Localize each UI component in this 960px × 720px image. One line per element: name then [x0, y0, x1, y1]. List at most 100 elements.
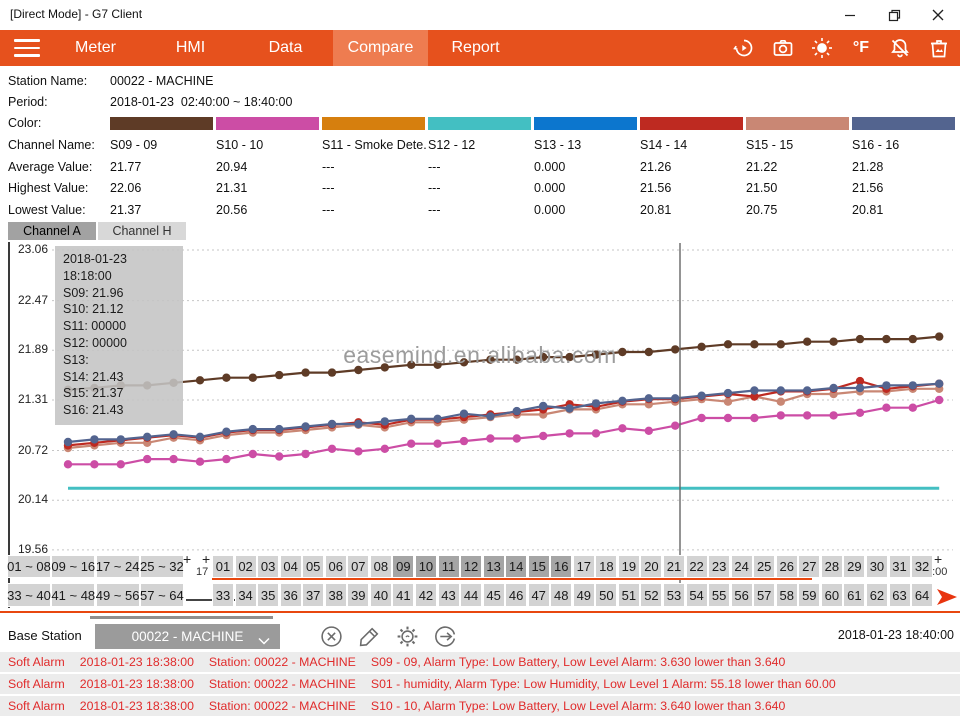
channel-button-63[interactable]: 63 [889, 583, 911, 607]
channel-button-60[interactable]: 60 [821, 583, 843, 607]
channel-button-08[interactable]: 08 [370, 555, 392, 578]
alarm-row-0[interactable]: Soft Alarm2018-01-23 18:38:00Station: 00… [0, 652, 960, 672]
nav-item-meter[interactable]: Meter [48, 30, 143, 66]
channel-button-06[interactable]: 06 [325, 555, 347, 578]
channel-button-17[interactable]: 17 [573, 555, 595, 578]
channel-button-36[interactable]: 36 [280, 583, 302, 607]
channel-button-25[interactable]: 25 [753, 555, 775, 578]
history-icon[interactable] [731, 35, 757, 61]
channel-button-49[interactable]: 49 [573, 583, 595, 607]
channel-button-04[interactable]: 04 [280, 555, 302, 578]
restore-button[interactable] [872, 0, 916, 30]
channel-button-50[interactable]: 50 [595, 583, 617, 607]
channel-button-07[interactable]: 07 [347, 555, 369, 578]
channel-button-48[interactable]: 48 [550, 583, 572, 607]
edit-icon[interactable] [356, 623, 382, 649]
camera-icon[interactable] [770, 35, 796, 61]
channel-button-47[interactable]: 47 [528, 583, 550, 607]
channel-button-28[interactable]: 28 [821, 555, 843, 578]
channel-button-44[interactable]: 44 [460, 583, 482, 607]
range-button-41~48[interactable]: 41 ~ 48 [51, 583, 95, 607]
channel-button-32[interactable]: 32 [911, 555, 933, 578]
channel-button-62[interactable]: 62 [866, 583, 888, 607]
expand-plus-2[interactable]: + [934, 551, 942, 567]
channel-button-09[interactable]: 09 [392, 555, 414, 578]
channel-button-14[interactable]: 14 [505, 555, 527, 578]
range-button-49~56[interactable]: 49 ~ 56 [96, 583, 140, 607]
range-button-25~32[interactable]: 25 ~ 32 [140, 555, 184, 578]
export-icon[interactable] [432, 623, 458, 649]
channel-button-40[interactable]: 40 [370, 583, 392, 607]
nav-item-hmi[interactable]: HMI [143, 30, 238, 66]
channel-button-05[interactable]: 05 [302, 555, 324, 578]
cancel-icon[interactable] [318, 623, 344, 649]
channel-button-42[interactable]: 42 [415, 583, 437, 607]
channel-button-12[interactable]: 12 [460, 555, 482, 578]
channel-button-46[interactable]: 46 [505, 583, 527, 607]
channel-button-24[interactable]: 24 [731, 555, 753, 578]
channel-button-21[interactable]: 21 [663, 555, 685, 578]
expand-plus-1[interactable]: + [202, 551, 210, 567]
channel-button-56[interactable]: 56 [731, 583, 753, 607]
channel-button-26[interactable]: 26 [776, 555, 798, 578]
mute-alarm-icon[interactable] [887, 35, 913, 61]
channel-button-23[interactable]: 23 [708, 555, 730, 578]
range-button-09~16[interactable]: 09 ~ 16 [51, 555, 95, 578]
channel-button-16[interactable]: 16 [550, 555, 572, 578]
channel-button-39[interactable]: 39 [347, 583, 369, 607]
range-button-57~64[interactable]: 57 ~ 64 [140, 583, 184, 607]
tab-channel-a[interactable]: Channel A [8, 222, 96, 241]
channel-button-29[interactable]: 29 [843, 555, 865, 578]
channel-button-31[interactable]: 31 [889, 555, 911, 578]
channel-button-51[interactable]: 51 [618, 583, 640, 607]
channel-button-55[interactable]: 55 [708, 583, 730, 607]
channel-button-53[interactable]: 53 [663, 583, 685, 607]
channel-button-45[interactable]: 45 [483, 583, 505, 607]
channel-button-34[interactable]: 34 [235, 583, 257, 607]
channel-button-22[interactable]: 22 [686, 555, 708, 578]
fahrenheit-icon[interactable]: °F [848, 35, 874, 61]
brightness-icon[interactable] [809, 35, 835, 61]
settings-icon[interactable] [394, 623, 420, 649]
range-button-01~08[interactable]: 01 ~ 08 [7, 555, 51, 578]
range-button-17~24[interactable]: 17 ~ 24 [96, 555, 140, 578]
nav-item-data[interactable]: Data [238, 30, 333, 66]
channel-button-30[interactable]: 30 [866, 555, 888, 578]
channel-button-59[interactable]: 59 [798, 583, 820, 607]
channel-button-61[interactable]: 61 [843, 583, 865, 607]
tab-channel-h[interactable]: Channel H [98, 222, 186, 241]
channel-button-54[interactable]: 54 [686, 583, 708, 607]
nav-item-report[interactable]: Report [428, 30, 523, 66]
nav-item-compare[interactable]: Compare [333, 30, 428, 66]
channel-button-18[interactable]: 18 [595, 555, 617, 578]
range-button-33~40[interactable]: 33 ~ 40 [7, 583, 51, 607]
menu-icon[interactable] [14, 39, 40, 57]
channel-button-41[interactable]: 41 [392, 583, 414, 607]
minimize-button[interactable] [828, 0, 872, 30]
channel-button-64[interactable]: 64 [911, 583, 933, 607]
channel-button-10[interactable]: 10 [415, 555, 437, 578]
channel-button-15[interactable]: 15 [528, 555, 550, 578]
clear-image-icon[interactable] [926, 35, 952, 61]
channel-button-38[interactable]: 38 [325, 583, 347, 607]
alarm-row-1[interactable]: Soft Alarm2018-01-23 18:38:00Station: 00… [0, 674, 960, 694]
channel-button-20[interactable]: 20 [640, 555, 662, 578]
channel-button-33[interactable]: 33 [212, 583, 234, 607]
channel-button-03[interactable]: 03 [257, 555, 279, 578]
channel-button-58[interactable]: 58 [776, 583, 798, 607]
channel-button-43[interactable]: 43 [438, 583, 460, 607]
channel-button-02[interactable]: 02 [235, 555, 257, 578]
close-button[interactable] [916, 0, 960, 30]
channel-button-57[interactable]: 57 [753, 583, 775, 607]
channel-button-52[interactable]: 52 [640, 583, 662, 607]
channel-button-37[interactable]: 37 [302, 583, 324, 607]
alarm-row-2[interactable]: Soft Alarm2018-01-23 18:38:00Station: 00… [0, 696, 960, 716]
base-station-dropdown[interactable]: 00022 - MACHINE [95, 624, 280, 649]
channel-button-13[interactable]: 13 [483, 555, 505, 578]
expand-plus-0[interactable]: + [183, 551, 191, 567]
channel-button-01[interactable]: 01 [212, 555, 234, 578]
channel-button-19[interactable]: 19 [618, 555, 640, 578]
channel-button-35[interactable]: 35 [257, 583, 279, 607]
channel-button-11[interactable]: 11 [438, 555, 460, 578]
channel-button-27[interactable]: 27 [798, 555, 820, 578]
